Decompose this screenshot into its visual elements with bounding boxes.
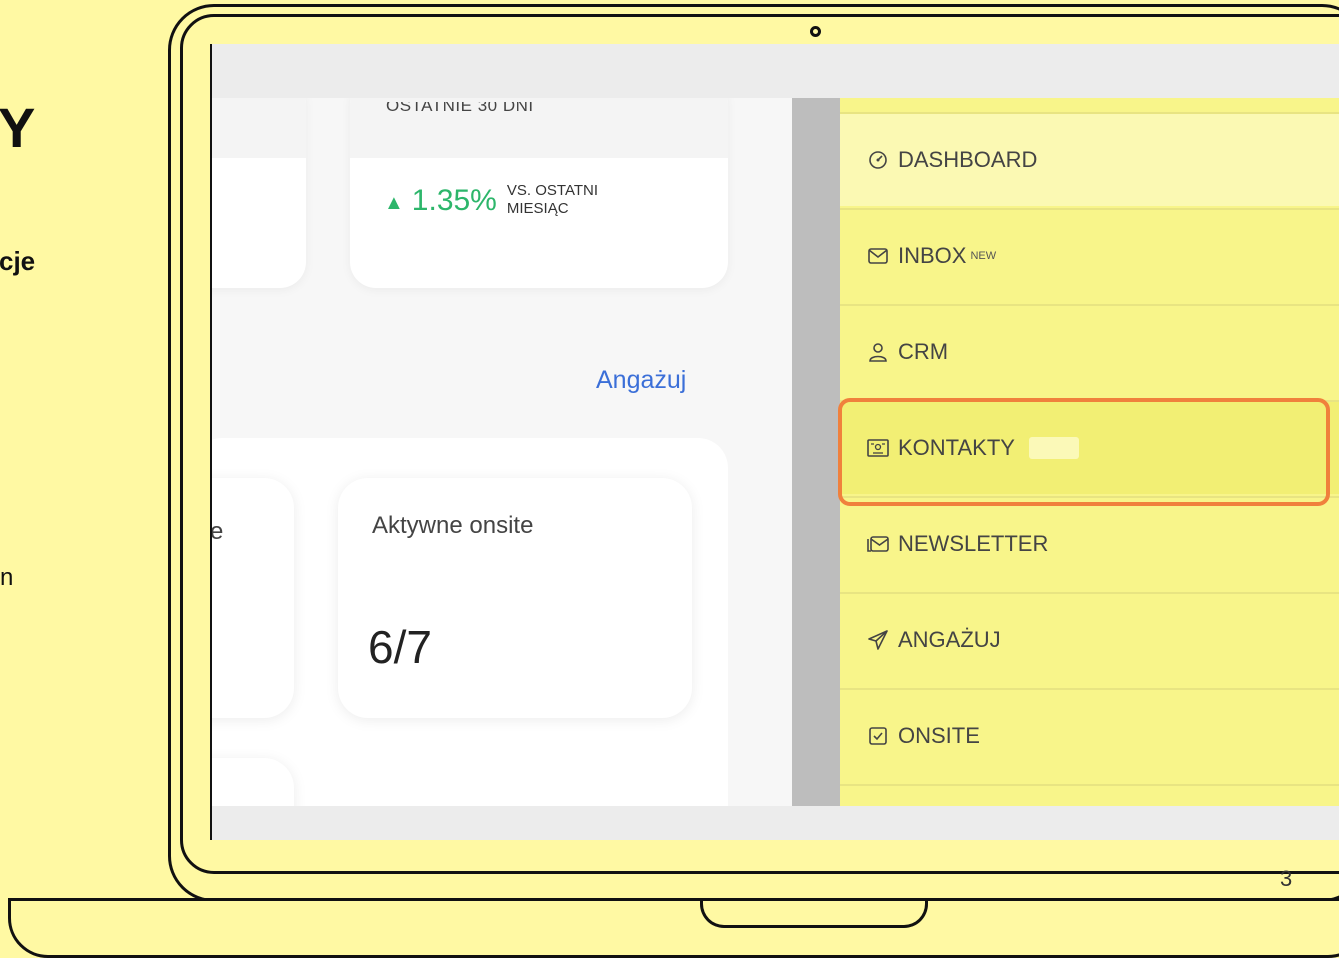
sidebar-item-dashboard[interactable]: DASHBOARD: [840, 112, 1339, 206]
laptop-notch: [700, 898, 928, 928]
sidebar-item-label: DASHBOARD: [898, 147, 1038, 172]
stat-card-bottom: [212, 758, 294, 806]
slide-subtitle-fragment: cje: [0, 246, 36, 276]
growth-metric: ▲ 1.35% VS. OSTATNI MIESIĄC: [384, 182, 617, 218]
period-label: OSTATNIE 30 DNI: [386, 102, 534, 115]
active-onsite-card: Aktywne onsite 6/7: [338, 478, 692, 718]
kontakty-highlight-frame: [838, 398, 1330, 506]
sidebar-item-next[interactable]: [840, 784, 1339, 806]
laptop-base: [8, 898, 1339, 958]
sidebar-item-label: ONSITE: [898, 723, 980, 748]
sidebar-item-label: NEWSLETTER: [898, 531, 1049, 556]
arrow-up-icon: ▲: [384, 192, 404, 214]
user-icon: [866, 340, 890, 364]
sidebar-item-crm[interactable]: CRM: [840, 304, 1339, 398]
growth-comparison: VS. OSTATNI MIESIĄC: [506, 182, 598, 217]
growth-card: OSTATNIE 30 DNI ▲ 1.35% VS. OSTATNI MIES…: [350, 98, 728, 288]
dashboard-icon: [866, 148, 890, 172]
mail-icon: [866, 244, 890, 268]
dashboard-content: NI OSTATNIE 30 DNI ▲ 1.35% VS. OSTATNI M…: [212, 98, 792, 806]
growth-value: 1.35%: [411, 184, 497, 217]
stats-card-left: NI: [212, 98, 306, 288]
send-icon: [866, 628, 890, 652]
sidebar-item-label: ANGAŻUJ: [898, 627, 1001, 652]
sidebar-item-inbox[interactable]: INBOX NEW: [840, 208, 1339, 302]
newsletter-icon: [866, 532, 890, 556]
sidebar-item-angazuj[interactable]: ANGAŻUJ: [840, 592, 1339, 686]
camera-icon: [810, 26, 821, 37]
sidebar-item-newsletter[interactable]: NEWSLETTER: [840, 496, 1339, 590]
slide-title-fragment: Y: [0, 96, 36, 159]
stat-card-left: e: [212, 478, 294, 718]
page-number: 3: [1280, 866, 1293, 891]
stat-card-left-label: e: [212, 518, 223, 546]
active-onsite-value: 6/7: [368, 621, 432, 673]
scrollbar[interactable]: [792, 98, 840, 806]
sidebar-item-label: CRM: [898, 339, 949, 364]
active-onsite-label: Aktywne onsite: [372, 512, 534, 539]
new-badge: NEW: [970, 250, 997, 262]
engage-link[interactable]: Angażuj: [596, 366, 686, 395]
sidebar-item-onsite[interactable]: ONSITE: [840, 688, 1339, 782]
browser-top-bar: [212, 44, 1339, 98]
slide-body-fragment: n: [0, 564, 14, 591]
checkbox-icon: [866, 724, 890, 748]
browser-bottom-bar: [212, 806, 1339, 840]
sidebar-item-label: INBOX: [898, 243, 967, 268]
